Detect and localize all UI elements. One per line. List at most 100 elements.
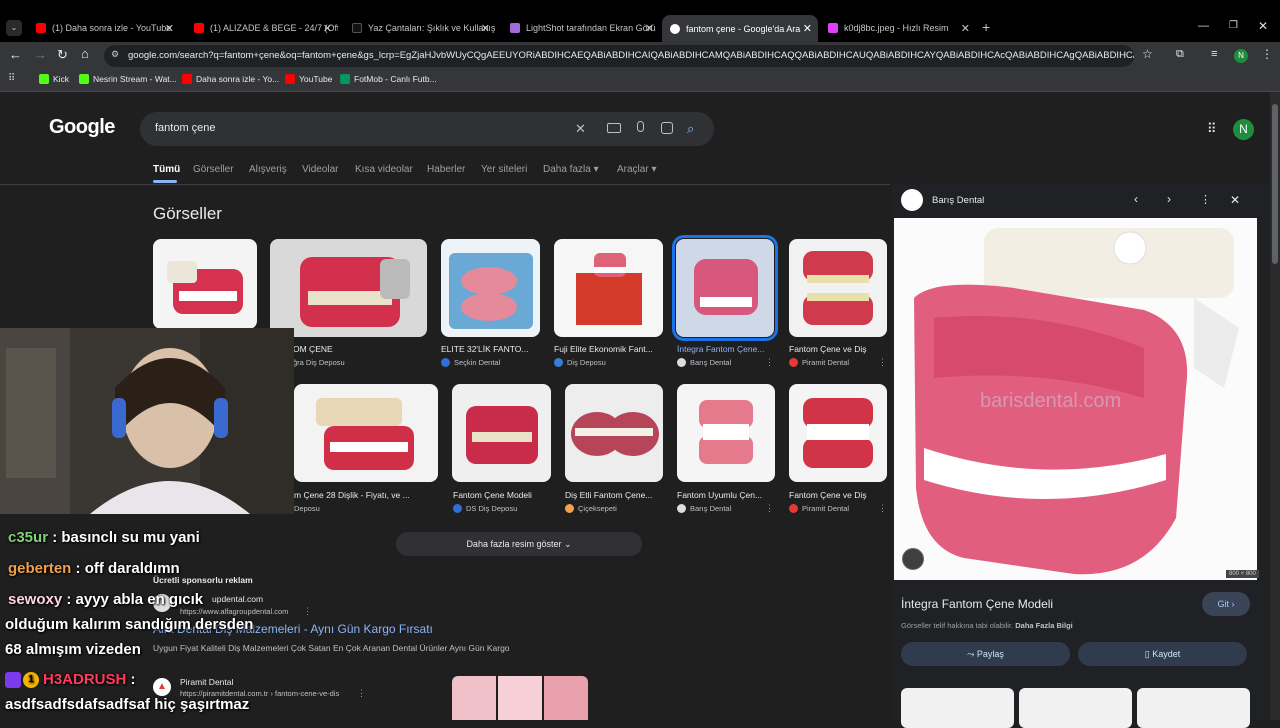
- image-title[interactable]: Fantom Çene ve Diş: [789, 490, 889, 500]
- image-source[interactable]: Çiçeksepeti: [565, 504, 617, 513]
- tab-search-button[interactable]: ⌄: [6, 20, 22, 36]
- tab-videos[interactable]: Videolar: [302, 164, 339, 175]
- image-title[interactable]: Diş Etli Fantom Çene...: [565, 490, 665, 500]
- back-icon[interactable]: ←: [9, 47, 22, 62]
- scrollbar-thumb[interactable]: [1272, 104, 1278, 264]
- image-title[interactable]: Fantom Çene ve Diş: [789, 344, 889, 354]
- close-icon[interactable]: ✕: [1230, 193, 1240, 207]
- microphone-icon[interactable]: [637, 121, 644, 132]
- image-title[interactable]: OM ÇENE: [293, 344, 423, 354]
- share-button[interactable]: ⤳ Paylaş: [901, 642, 1070, 666]
- search-icon[interactable]: ⌕: [687, 121, 694, 137]
- image-result[interactable]: [677, 384, 775, 482]
- restore-icon[interactable]: ❐: [1229, 20, 1238, 31]
- related-image[interactable]: [1019, 688, 1132, 728]
- tab-image-viewer[interactable]: k0dj8bc.jpeg - Hızlı Resim ✕: [820, 16, 976, 40]
- related-image[interactable]: [901, 688, 1014, 728]
- tab-all[interactable]: Tümü: [153, 164, 180, 175]
- image-result[interactable]: [452, 384, 551, 482]
- site-info-icon[interactable]: ⚙: [111, 49, 119, 60]
- image-title[interactable]: m Çene 28 Dişlik - Fiyatı, ve ...: [294, 490, 436, 500]
- ad-url[interactable]: https://www.alfagroupdental.com: [180, 607, 288, 616]
- image-source[interactable]: Barış Dental: [677, 358, 731, 367]
- account-avatar[interactable]: N: [1233, 119, 1254, 140]
- extensions-icon[interactable]: ⧉: [1176, 48, 1184, 61]
- tab-web[interactable]: Yer siteleri: [481, 164, 527, 175]
- image-result[interactable]: [789, 384, 887, 482]
- close-window-icon[interactable]: ✕: [1258, 19, 1268, 33]
- bookmark-watch-later[interactable]: Daha sonra izle - Yo...: [182, 74, 279, 84]
- close-tab-icon[interactable]: ✕: [803, 22, 812, 35]
- page-scrollbar[interactable]: [1270, 92, 1280, 720]
- google-logo[interactable]: Google: [49, 116, 115, 139]
- ad-domain[interactable]: updental.com: [212, 594, 263, 604]
- bookmark-nesrin[interactable]: Nesrin Stream - Wat...: [79, 74, 177, 84]
- bookmark-star-icon[interactable]: ☆: [1142, 47, 1153, 61]
- google-apps-icon[interactable]: ⠿: [1207, 121, 1217, 137]
- image-result[interactable]: [565, 384, 663, 482]
- search-input[interactable]: [140, 112, 714, 146]
- image-result[interactable]: [294, 384, 438, 482]
- save-button[interactable]: ▯ Kaydet: [1078, 642, 1247, 666]
- learn-more-link[interactable]: Daha Fazla Bilgi: [1015, 621, 1073, 630]
- result-image[interactable]: [544, 676, 588, 720]
- forward-icon[interactable]: →: [34, 47, 47, 62]
- related-image[interactable]: [1137, 688, 1250, 728]
- image-source[interactable]: Piramit Dental: [789, 504, 849, 513]
- more-images-button[interactable]: Daha fazla resim göster ⌄: [396, 532, 642, 556]
- tab-lightshot[interactable]: LightShot tarafından Ekran Görü ✕: [502, 16, 660, 40]
- home-icon[interactable]: ⌂: [81, 46, 89, 61]
- tab-youtube-later[interactable]: (1) Daha sonra izle - YouTube ✕: [28, 16, 180, 40]
- address-bar[interactable]: google.com/search?q=fantom+çene&oq=fanto…: [104, 45, 1134, 67]
- bookmark-kick[interactable]: Kick: [39, 74, 69, 84]
- lens-search-icon[interactable]: [902, 548, 924, 570]
- result-image[interactable]: [452, 676, 496, 720]
- more-options-icon[interactable]: ⋮: [1200, 193, 1211, 206]
- visit-button[interactable]: Git ›: [1202, 592, 1250, 616]
- close-tab-icon[interactable]: ✕: [165, 22, 174, 35]
- image-source[interactable]: Seçkin Dental: [441, 358, 500, 367]
- tab-google-search[interactable]: fantom çene - Google'da Ara ✕: [662, 15, 818, 42]
- image-title[interactable]: Fuji Elite Ekonomik Fant...: [554, 344, 666, 354]
- result-site-name[interactable]: Piramit Dental: [180, 677, 233, 687]
- image-result[interactable]: [270, 239, 427, 337]
- image-result[interactable]: [789, 239, 887, 337]
- close-tab-icon[interactable]: ✕: [323, 22, 332, 35]
- lens-icon[interactable]: [661, 122, 673, 134]
- tab-tools[interactable]: Araçlar ▾: [617, 164, 657, 175]
- clear-icon[interactable]: ✕: [575, 121, 586, 137]
- keyboard-icon[interactable]: [607, 123, 621, 133]
- more-options-icon[interactable]: ⋮: [878, 503, 887, 514]
- result-image[interactable]: [498, 676, 542, 720]
- tab-shopping[interactable]: Alışveriş: [249, 164, 287, 175]
- close-tab-icon[interactable]: ✕: [961, 22, 970, 35]
- image-title[interactable]: ELITE 32'LİK FANTO...: [441, 344, 541, 354]
- close-tab-icon[interactable]: ✕: [481, 22, 490, 35]
- image-source[interactable]: DS Diş Deposu: [453, 504, 517, 513]
- previous-icon[interactable]: ‹: [1134, 192, 1138, 206]
- more-options-icon[interactable]: ⋮: [303, 606, 312, 617]
- image-source[interactable]: ğra Diş Deposu: [293, 358, 345, 367]
- tab-youtube-alizade[interactable]: (1) ALIZADE & BEGE - 24/7 (Offici ✕: [186, 16, 338, 40]
- more-options-icon[interactable]: ⋮: [765, 503, 774, 514]
- apps-icon[interactable]: ⠿: [8, 73, 15, 84]
- menu-icon[interactable]: ⋮: [1261, 47, 1273, 61]
- next-icon[interactable]: ›: [1167, 192, 1171, 206]
- image-title[interactable]: İntegra Fantom Çene...: [677, 344, 777, 354]
- image-result[interactable]: [441, 239, 540, 337]
- new-tab-icon[interactable]: +: [982, 19, 990, 35]
- image-result[interactable]: [554, 239, 663, 337]
- image-title[interactable]: Fantom Uyumlu Çen...: [677, 490, 777, 500]
- tab-images[interactable]: Görseller: [193, 164, 234, 175]
- tab-short-videos[interactable]: Kısa videolar: [355, 164, 413, 175]
- image-result[interactable]: [153, 239, 257, 329]
- reload-icon[interactable]: ↻: [57, 47, 68, 63]
- more-options-icon[interactable]: ⋮: [765, 357, 774, 368]
- image-source[interactable]: Piramit Dental: [789, 358, 849, 367]
- more-options-icon[interactable]: ⋮: [878, 357, 887, 368]
- image-result-selected[interactable]: [672, 235, 778, 341]
- minimize-icon[interactable]: —: [1198, 20, 1209, 32]
- bookmark-youtube[interactable]: YouTube: [285, 74, 332, 84]
- image-title[interactable]: Fantom Çene Modeli: [453, 490, 553, 500]
- image-source[interactable]: Barış Dental: [677, 504, 731, 513]
